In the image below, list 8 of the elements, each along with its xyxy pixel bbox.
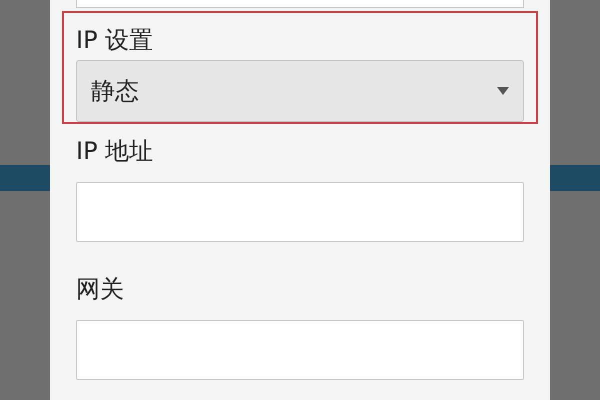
caret-icon xyxy=(497,86,509,95)
field-label: IP 地址 xyxy=(76,136,154,166)
field-label: IP 设置 xyxy=(76,24,154,55)
input-field[interactable] xyxy=(76,182,524,242)
input-field[interactable] xyxy=(76,320,524,380)
input-field[interactable] xyxy=(76,0,524,8)
field-label: 网关 xyxy=(76,274,125,304)
dropdown[interactable]: 静态 xyxy=(76,60,524,122)
